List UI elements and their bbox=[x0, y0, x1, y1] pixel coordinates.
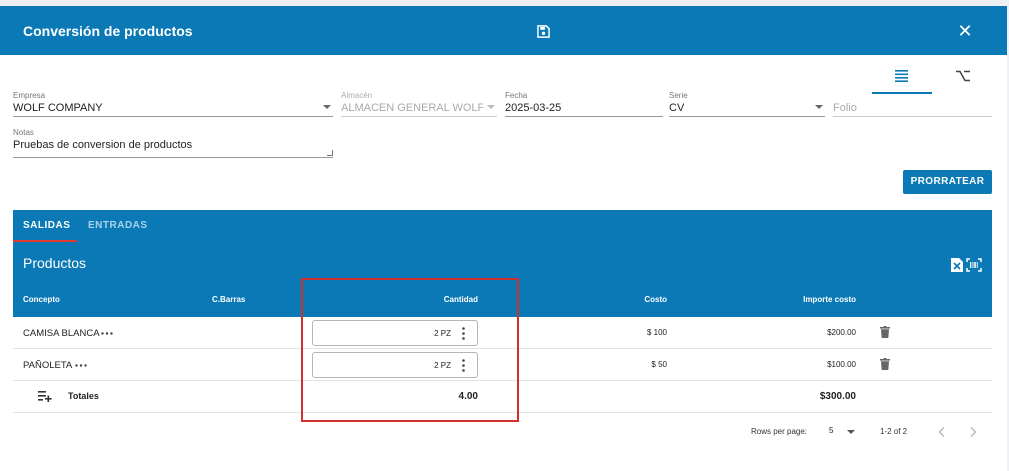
quantity-input[interactable]: 2 PZ bbox=[312, 320, 478, 346]
notas-field[interactable]: Notas Pruebas de conversion de productos bbox=[13, 128, 333, 158]
more-horiz-icon[interactable] bbox=[75, 364, 87, 367]
totals-importe: $300.00 bbox=[819, 391, 856, 402]
empresa-label: Empresa bbox=[13, 91, 46, 100]
pagination-range: 1-2 of 2 bbox=[880, 427, 908, 436]
rows-per-page-label: Rows per page: bbox=[751, 427, 808, 436]
tab-salidas[interactable]: SALIDAS bbox=[23, 220, 70, 231]
serie-field[interactable]: Serie CV bbox=[669, 91, 825, 117]
empresa-field[interactable]: Empresa WOLF COMPANY bbox=[13, 91, 333, 117]
more-vert-icon[interactable] bbox=[462, 327, 465, 340]
trash-icon[interactable] bbox=[880, 326, 890, 338]
branch-view-toggle[interactable] bbox=[933, 61, 993, 94]
excel-icon[interactable] bbox=[951, 258, 963, 272]
col-importe: Importe costo bbox=[803, 295, 856, 304]
more-horiz-icon[interactable] bbox=[101, 332, 113, 335]
list-view-toggle[interactable] bbox=[872, 61, 932, 94]
empresa-value: WOLF COMPANY bbox=[13, 102, 103, 114]
more-vert-icon[interactable] bbox=[462, 359, 465, 372]
col-concepto: Concepto bbox=[23, 295, 60, 304]
quantity-value: 2 PZ bbox=[434, 361, 451, 370]
row-concepto: CAMISA BLANCA bbox=[23, 328, 100, 339]
row-costo: $ 50 bbox=[651, 360, 667, 369]
rows-per-page-select[interactable]: 5 bbox=[829, 426, 855, 442]
totals-cantidad: 4.00 bbox=[458, 391, 478, 402]
fecha-label: Fecha bbox=[505, 91, 528, 100]
list-icon bbox=[895, 70, 908, 82]
chevron-left-icon[interactable] bbox=[937, 426, 947, 438]
products-panel-header: SALIDAS ENTRADAS Productos Concepto C.Ba… bbox=[13, 210, 992, 317]
conversion-dialog: Conversión de productos ✕ Empresa WOLF C… bbox=[0, 6, 1007, 471]
totals-row: Totales 4.00 $300.00 bbox=[13, 381, 992, 413]
almacen-label: Almacén bbox=[341, 91, 373, 100]
chevron-down-icon bbox=[487, 105, 495, 109]
resize-handle[interactable] bbox=[327, 150, 333, 156]
fecha-field[interactable]: Fecha 2025-03-25 bbox=[505, 91, 663, 117]
branch-icon bbox=[956, 70, 970, 82]
chevron-right-icon[interactable] bbox=[968, 426, 978, 438]
row-concepto: PAÑOLETA bbox=[23, 360, 73, 371]
almacen-field: Almacén ALMACEN GENERAL WOLF C bbox=[341, 91, 497, 117]
fecha-value: 2025-03-25 bbox=[505, 102, 562, 114]
table-row: PAÑOLETA 2 PZ $ 50 $100.00 bbox=[13, 349, 992, 381]
barcode-scan-icon[interactable] bbox=[966, 258, 982, 272]
notas-value: Pruebas de conversion de productos bbox=[13, 139, 193, 151]
quantity-input[interactable]: 2 PZ bbox=[312, 352, 478, 378]
active-tab-indicator bbox=[13, 240, 77, 242]
serie-label: Serie bbox=[669, 91, 688, 100]
chevron-down-icon bbox=[847, 430, 855, 434]
save-icon[interactable] bbox=[537, 25, 550, 38]
col-costo: Costo bbox=[644, 295, 667, 304]
row-costo: $ 100 bbox=[646, 328, 667, 337]
quantity-value: 2 PZ bbox=[434, 329, 451, 338]
almacen-value: ALMACEN GENERAL WOLF C bbox=[341, 102, 483, 114]
prorratear-button[interactable]: PRORRATEAR bbox=[903, 170, 992, 194]
dialog-titlebar: Conversión de productos ✕ bbox=[0, 6, 1007, 55]
trash-icon[interactable] bbox=[880, 358, 890, 370]
folio-placeholder: Folio bbox=[833, 102, 857, 114]
playlist-add-icon[interactable] bbox=[38, 391, 52, 402]
col-cbarras: C.Barras bbox=[212, 295, 246, 304]
totals-label: Totales bbox=[68, 391, 99, 401]
table-row: CAMISA BLANCA 2 PZ $ 100 $200.00 bbox=[13, 317, 992, 349]
notas-label: Notas bbox=[13, 128, 34, 137]
dialog-title: Conversión de productos bbox=[23, 23, 193, 39]
row-importe: $200.00 bbox=[827, 328, 856, 337]
chevron-down-icon bbox=[815, 105, 823, 109]
rows-per-page-value: 5 bbox=[829, 426, 834, 435]
folio-field[interactable]: Folio bbox=[833, 91, 992, 117]
panel-title: Productos bbox=[23, 255, 87, 271]
col-cantidad: Cantidad bbox=[443, 295, 478, 304]
tab-entradas[interactable]: ENTRADAS bbox=[88, 220, 148, 231]
close-icon[interactable]: ✕ bbox=[957, 22, 973, 40]
row-importe: $100.00 bbox=[827, 360, 856, 369]
serie-value: CV bbox=[669, 102, 685, 114]
chevron-down-icon bbox=[323, 105, 331, 109]
